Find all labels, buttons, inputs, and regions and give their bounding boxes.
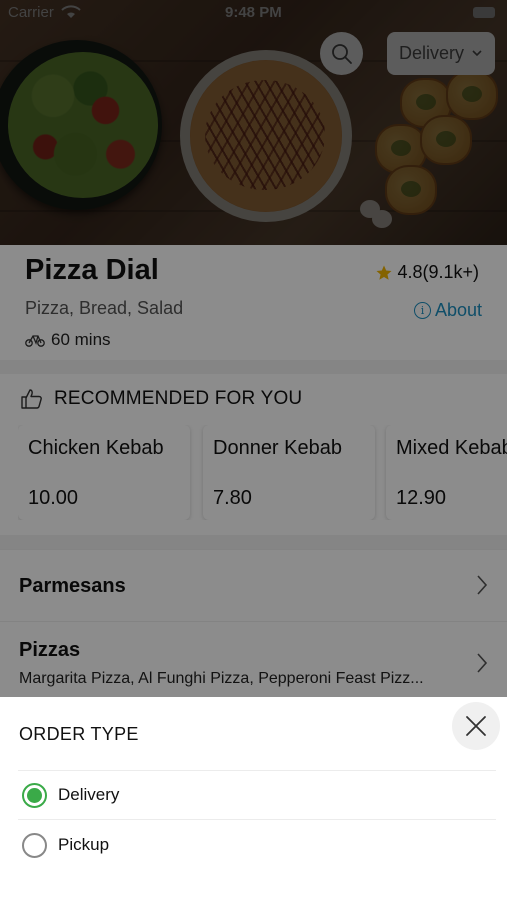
modal-backdrop[interactable] [0,0,507,697]
option-label: Delivery [58,785,120,804]
close-icon [466,716,486,736]
option-label: Pickup [58,835,110,854]
close-button[interactable] [452,702,500,750]
sheet-divider [18,819,496,820]
radio-unselected[interactable] [22,832,47,858]
sheet-divider [18,770,496,771]
sheet-title: ORDER TYPE [19,724,139,744]
option-delivery[interactable]: Delivery [22,775,492,815]
order-type-sheet: ORDER TYPE Delivery Pickup [0,697,507,900]
restaurant-screen: Carrier 9:48 PM Delivery Pizza Dial 4.8(… [0,0,507,900]
option-pickup[interactable]: Pickup [22,825,492,865]
radio-selected[interactable] [22,782,47,808]
